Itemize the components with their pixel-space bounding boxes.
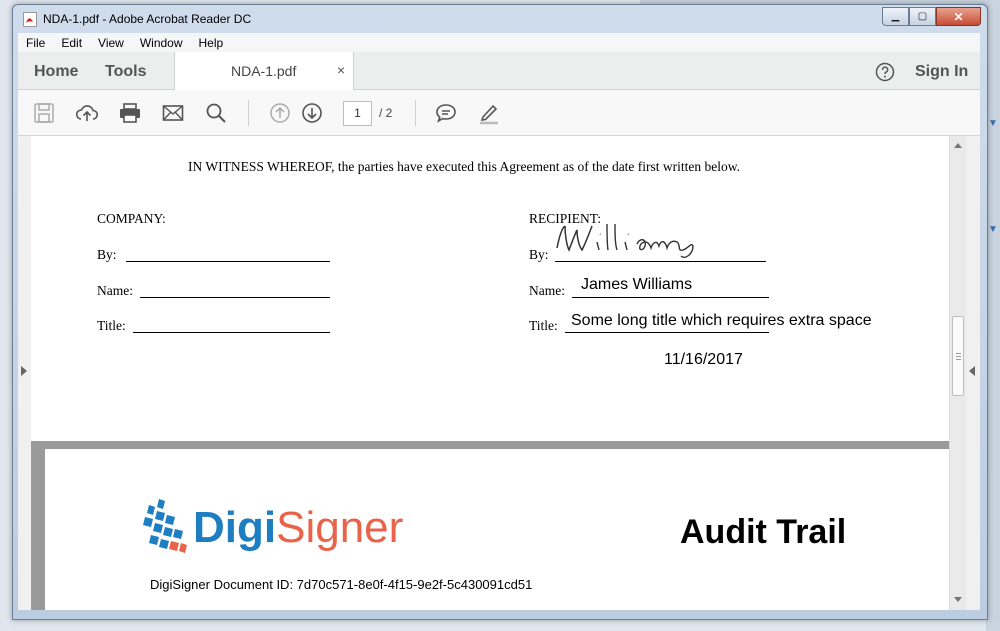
- company-by-line: [126, 261, 330, 262]
- signature-date: 11/16/2017: [664, 351, 743, 368]
- menu-view[interactable]: View: [90, 36, 132, 50]
- scroll-up-icon[interactable]: [954, 143, 962, 148]
- sign-in-link[interactable]: Sign In: [915, 63, 968, 81]
- menu-help[interactable]: Help: [191, 36, 232, 50]
- company-title-label: Title:: [97, 318, 126, 333]
- print-icon[interactable]: [118, 101, 142, 125]
- pdf-page-2: DigiSigner Audit Trail DigiSigner Docume…: [45, 449, 951, 610]
- recipient-title-label: Title:: [529, 318, 558, 333]
- company-heading: COMPANY:: [97, 211, 166, 226]
- witness-clause: IN WITNESS WHEREOF, the parties have exe…: [188, 159, 741, 174]
- expand-left-icon: [21, 366, 27, 376]
- grip-icon: [956, 353, 961, 354]
- search-icon[interactable]: [204, 101, 228, 125]
- digisigner-logo-icon: [143, 499, 187, 553]
- window-controls: ▁ ▢ ✕: [882, 7, 981, 26]
- digisigner-logo: DigiSigner: [193, 503, 403, 553]
- document-viewer[interactable]: IN WITNESS WHEREOF, the parties have exe…: [18, 136, 980, 610]
- recipient-title-line: [565, 332, 769, 333]
- recipient-name-value: James Williams: [581, 276, 693, 293]
- comment-icon[interactable]: [434, 101, 458, 125]
- vertical-scrollbar[interactable]: [949, 136, 966, 610]
- left-panel-toggle[interactable]: [18, 136, 31, 610]
- menu-window[interactable]: Window: [132, 36, 191, 50]
- company-by-label: By:: [97, 247, 117, 262]
- chevron-down-icon: ▼: [988, 118, 998, 129]
- logo-digi: Digi: [193, 503, 277, 552]
- toolbar: 1 / 2: [18, 90, 980, 136]
- company-name-line: [140, 297, 330, 298]
- page-number-input[interactable]: 1: [343, 101, 372, 126]
- recipient-name-label: Name:: [529, 283, 565, 298]
- maximize-button[interactable]: ▢: [909, 7, 936, 26]
- tab-document[interactable]: NDA-1.pdf ×: [174, 52, 354, 90]
- company-name-label: Name:: [97, 283, 133, 298]
- audit-trail-heading: Audit Trail: [680, 513, 847, 551]
- cloud-upload-icon[interactable]: [75, 101, 99, 125]
- menu-bar: File Edit View Window Help: [18, 33, 980, 52]
- recipient-by-label: By:: [529, 247, 549, 262]
- close-window-button[interactable]: ✕: [936, 7, 981, 26]
- logo-signer: Signer: [276, 503, 404, 552]
- email-icon[interactable]: [161, 101, 185, 125]
- tab-tools[interactable]: Tools: [105, 63, 146, 81]
- highlight-pen-icon[interactable]: [477, 101, 501, 125]
- pdf-page-1: IN WITNESS WHEREOF, the parties have exe…: [31, 136, 949, 441]
- recipient-title-value: Some long title which requires extra spa…: [571, 312, 872, 329]
- window-title: NDA-1.pdf - Adobe Acrobat Reader DC: [43, 12, 252, 26]
- recipient-name-line: [572, 297, 769, 298]
- expand-right-icon: [969, 366, 975, 376]
- next-page-icon[interactable]: [300, 101, 324, 125]
- close-tab-icon[interactable]: ×: [337, 62, 345, 78]
- previous-page-icon[interactable]: [268, 101, 292, 125]
- handwritten-signature: [556, 223, 694, 258]
- tab-bar: Home Tools NDA-1.pdf × Sign In: [18, 52, 980, 90]
- minimize-button[interactable]: ▁: [882, 7, 909, 26]
- desktop-edge: ▼ ▼: [986, 0, 1000, 631]
- document-tab-label: NDA-1.pdf: [231, 63, 297, 79]
- right-panel-toggle[interactable]: [966, 136, 980, 610]
- toolbar-separator: [248, 100, 249, 126]
- scroll-thumb[interactable]: [952, 316, 964, 396]
- menu-edit[interactable]: Edit: [53, 36, 90, 50]
- document-id: DigiSigner Document ID: 7d70c571-8e0f-4f…: [150, 577, 533, 592]
- page-total: / 2: [379, 106, 393, 120]
- pdf-file-icon: [23, 12, 37, 27]
- menu-file[interactable]: File: [18, 36, 53, 50]
- toolbar-separator: [415, 100, 416, 126]
- help-icon[interactable]: [875, 62, 895, 82]
- company-title-line: [133, 332, 330, 333]
- save-icon[interactable]: [32, 101, 56, 125]
- title-bar: NDA-1.pdf - Adobe Acrobat Reader DC ▁ ▢ …: [13, 5, 987, 33]
- chevron-down-icon: ▼: [988, 224, 998, 235]
- scroll-down-icon[interactable]: [954, 597, 962, 602]
- tab-home[interactable]: Home: [34, 63, 78, 81]
